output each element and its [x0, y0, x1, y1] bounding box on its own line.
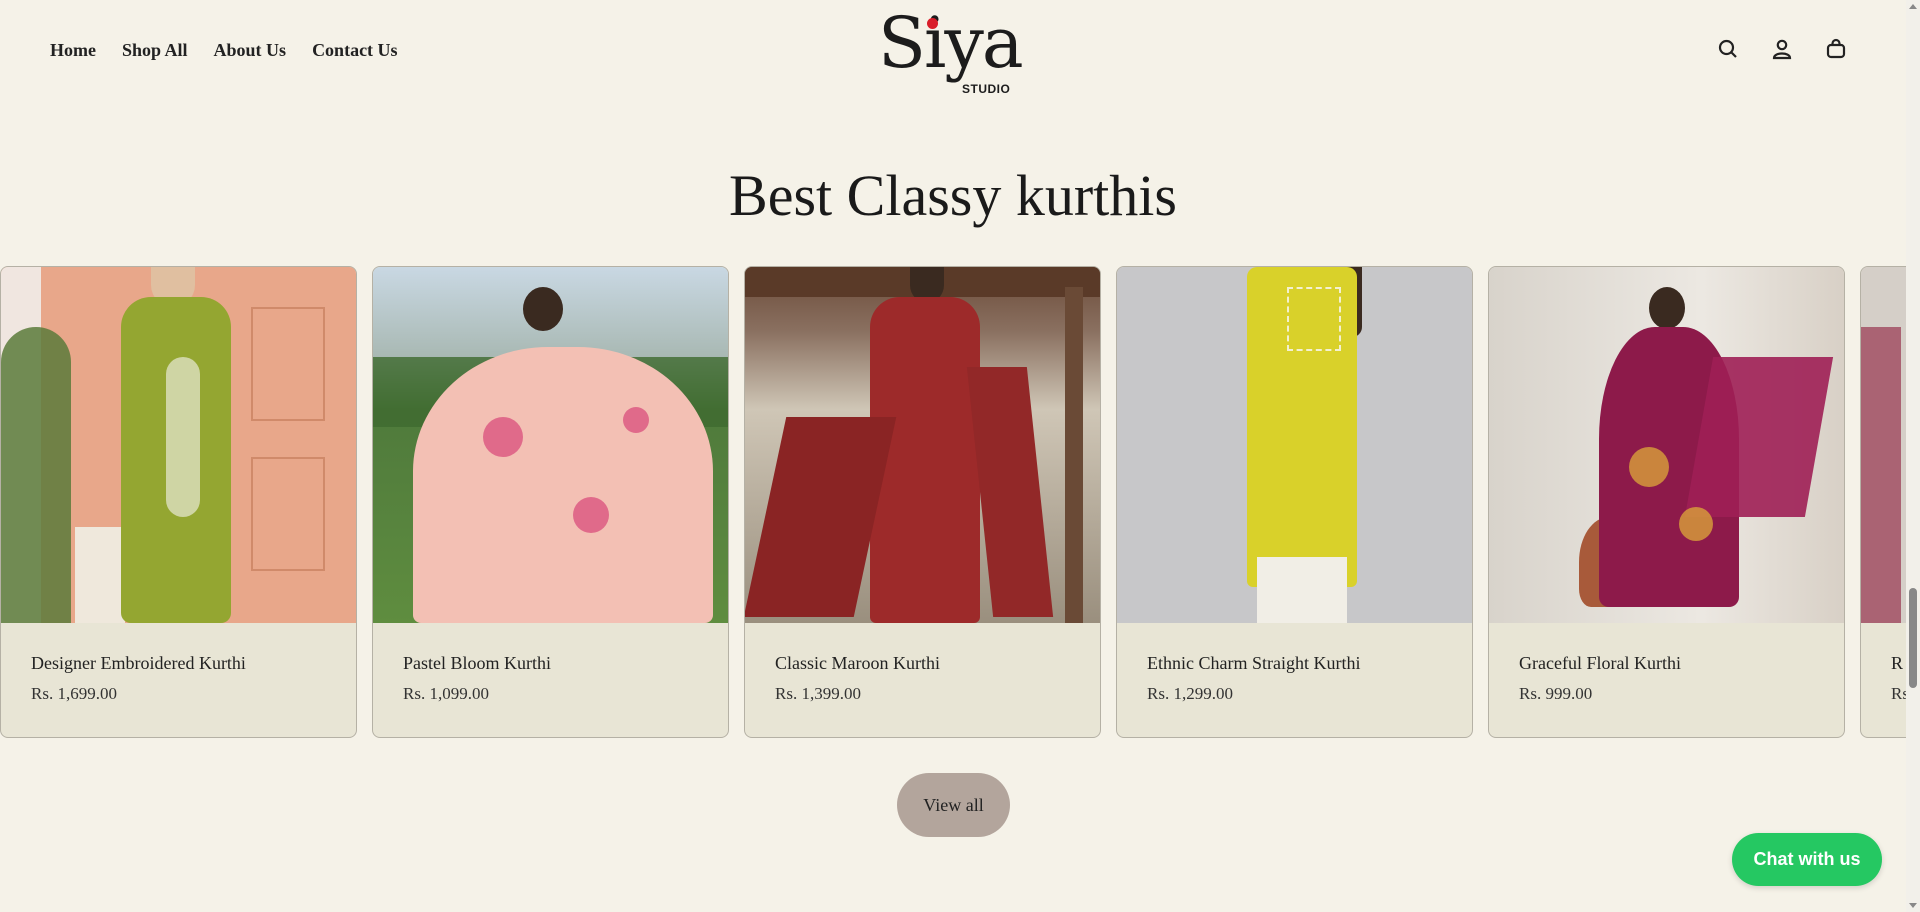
account-icon[interactable] — [1770, 37, 1794, 61]
product-name: Designer Embroidered Kurthi — [31, 653, 246, 673]
chat-with-us-button[interactable]: Chat with us — [1732, 833, 1882, 886]
product-price: Rs. 1,399.00 — [775, 684, 861, 703]
product-card[interactable]: Classic Maroon Kurthi Rs. 1,399.00 — [744, 266, 1101, 738]
product-image — [373, 267, 728, 623]
product-image — [745, 267, 1100, 623]
scroll-thumb[interactable] — [1909, 588, 1917, 688]
product-price: Rs. 999.00 — [1519, 684, 1593, 703]
product-card[interactable]: Pastel Bloom Kurthi Rs. 1,099.00 — [372, 266, 729, 738]
product-card[interactable]: R Rs — [1860, 266, 1908, 738]
product-price: Rs. 1,699.00 — [31, 684, 117, 703]
site-logo[interactable]: Siya STUDIO — [878, 4, 1024, 100]
scroll-up-arrow-icon[interactable] — [1909, 4, 1917, 9]
cart-icon[interactable] — [1824, 37, 1848, 61]
site-header: Home Shop All About Us Contact Us Siya S… — [0, 0, 1904, 106]
product-name: Pastel Bloom Kurthi — [403, 653, 551, 673]
product-name: Classic Maroon Kurthi — [775, 653, 940, 673]
product-image — [1, 267, 356, 623]
logo-dot — [927, 18, 938, 29]
view-all-button[interactable]: View all — [897, 773, 1010, 837]
product-card[interactable]: Graceful Floral Kurthi Rs. 999.00 — [1488, 266, 1845, 738]
product-name: Graceful Floral Kurthi — [1519, 653, 1681, 673]
product-image — [1489, 267, 1844, 623]
product-carousel: Designer Embroidered Kurthi Rs. 1,699.00… — [0, 266, 1908, 738]
nav-contact-us[interactable]: Contact Us — [312, 40, 398, 61]
nav-about-us[interactable]: About Us — [214, 40, 287, 61]
scroll-down-arrow-icon[interactable] — [1909, 903, 1917, 908]
section-title: Best Classy kurthis — [729, 163, 1177, 228]
product-card[interactable]: Ethnic Charm Straight Kurthi Rs. 1,299.0… — [1116, 266, 1473, 738]
product-image — [1117, 267, 1472, 623]
product-image — [1861, 267, 1908, 623]
product-price: Rs. 1,099.00 — [403, 684, 489, 703]
header-icons — [1716, 37, 1848, 61]
page-scrollbar[interactable] — [1906, 0, 1920, 912]
nav-home[interactable]: Home — [50, 40, 96, 61]
logo-subtitle: STUDIO — [962, 82, 1011, 96]
logo-wordmark: Siya — [878, 2, 1024, 84]
product-card[interactable]: Designer Embroidered Kurthi Rs. 1,699.00 — [0, 266, 357, 738]
main-nav: Home Shop All About Us Contact Us — [50, 40, 398, 61]
product-price: Rs. 1,299.00 — [1147, 684, 1233, 703]
nav-shop-all[interactable]: Shop All — [122, 40, 188, 61]
search-icon[interactable] — [1716, 37, 1740, 61]
product-name: Ethnic Charm Straight Kurthi — [1147, 653, 1361, 673]
